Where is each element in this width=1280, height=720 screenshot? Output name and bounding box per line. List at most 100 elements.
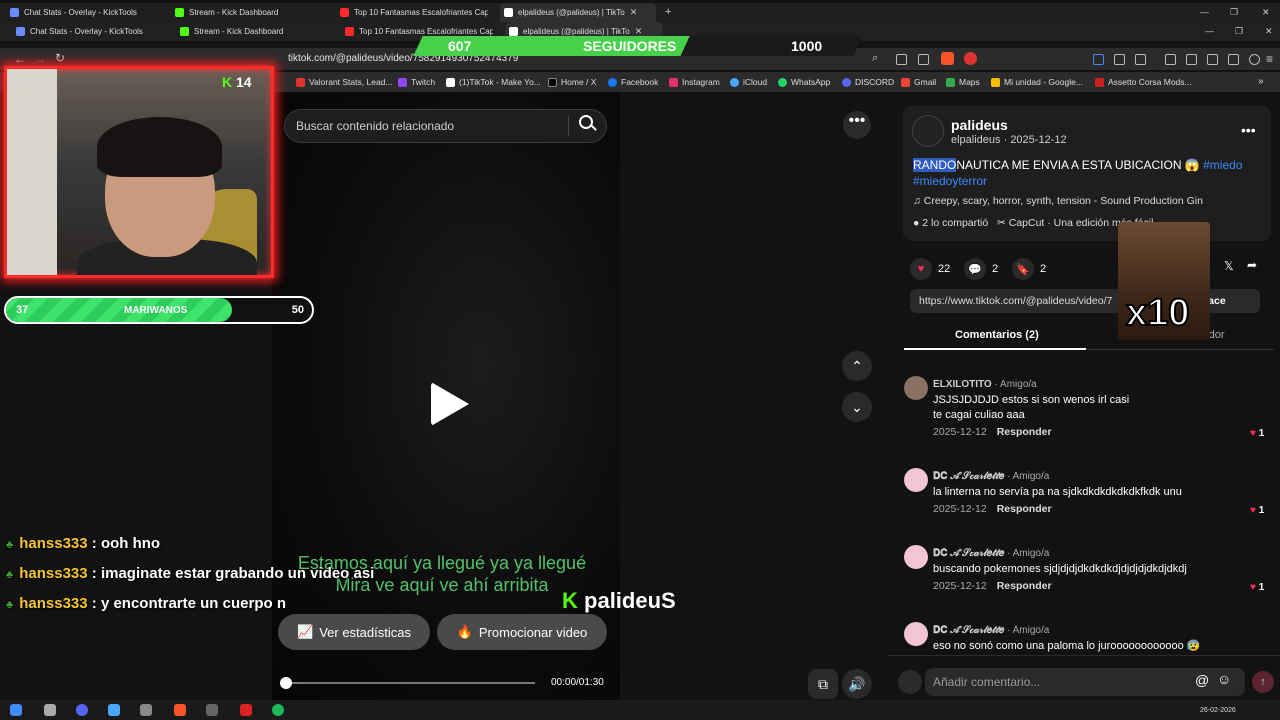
back-icon[interactable]: ← <box>14 52 26 66</box>
comment-user[interactable]: ELXILOTITO · Amigo/a <box>933 379 1037 390</box>
comment-like[interactable]: ♥ 1 <box>1250 505 1264 516</box>
app-icon[interactable] <box>44 704 56 716</box>
post-more-icon[interactable]: ••• <box>1241 122 1256 138</box>
like-button[interactable]: ♥ 22 <box>910 258 950 280</box>
forward-icon[interactable]: → <box>34 52 46 66</box>
tab-chat-stats-2[interactable]: Chat Stats - Overlay - KickTools <box>16 22 166 41</box>
hashtag-link[interactable]: #miedoyterror <box>913 174 987 188</box>
zoom-icon[interactable] <box>896 54 907 65</box>
comment-user[interactable]: 𝐃𝐂 𝒜'𝒮𝒸𝒶𝓇𝓁𝑒𝓉𝓉𝑒 · Amigo/a <box>933 471 1049 482</box>
sound-info[interactable]: ♫ Creepy, scary, horror, synth, tension … <box>913 195 1203 207</box>
bookmark-facebook[interactable]: Facebook <box>608 77 658 87</box>
comment-user[interactable]: 𝐃𝐂 𝒜'𝒮𝒸𝒶𝓇𝓁𝑒𝓉𝓉𝑒 · Amigo/a <box>933 548 1049 559</box>
seek-bar[interactable] <box>285 682 535 684</box>
reload-icon[interactable]: ↻ <box>55 51 65 65</box>
bookmark-whatsapp[interactable]: WhatsApp <box>778 77 830 87</box>
bookmark-twitch[interactable]: Twitch <box>398 77 435 87</box>
bookmark-valorant[interactable]: Valorant Stats, Lead... <box>296 77 392 87</box>
emoji-icon[interactable]: ☺ <box>1217 671 1231 687</box>
avatar[interactable] <box>912 115 944 147</box>
brave-rewards-icon[interactable] <box>964 52 977 65</box>
reply-button[interactable]: Responder <box>997 580 1052 592</box>
brave-icon[interactable] <box>174 704 186 716</box>
comment-like[interactable]: ♥ 1 <box>1250 582 1264 593</box>
save-button[interactable]: 🔖 2 <box>1012 258 1046 280</box>
sidebar-icon[interactable] <box>1186 54 1197 65</box>
video-link[interactable]: https://www.tiktok.com/@palideus/video/7 <box>919 295 1112 307</box>
app-icon[interactable] <box>140 704 152 716</box>
close-window-icon[interactable]: ✕ <box>1265 26 1273 37</box>
maximize-icon[interactable]: ❐ <box>1235 26 1243 37</box>
app-icon[interactable] <box>206 704 218 716</box>
tab-tiktok[interactable]: elpalideus (@palideus) | TikTo ✕ <box>500 3 656 22</box>
tab-kick-dashboard[interactable]: Stream - Kick Dashboard <box>175 3 325 22</box>
brave-shield-icon[interactable] <box>941 52 954 65</box>
previous-video-icon[interactable]: ⌃ <box>842 351 872 381</box>
mention-icon[interactable]: @ <box>1195 672 1209 688</box>
post-description: RANDONAUTICA ME ENVIA A ESTA UBICACION 😱… <box>913 158 1243 188</box>
promote-video-button[interactable]: 🔥 Promocionar video <box>437 614 607 650</box>
bookmark-maps[interactable]: Maps <box>946 77 980 87</box>
next-video-icon[interactable]: ⌄ <box>842 392 872 422</box>
comment-button[interactable]: 💬 2 <box>964 258 998 280</box>
send-icon[interactable]: ↑ <box>1252 671 1274 693</box>
bookmark-instagram[interactable]: Instagram <box>669 77 720 87</box>
avatar[interactable] <box>904 545 928 569</box>
tab-comments[interactable]: Comentarios (2) <box>955 329 1039 341</box>
bookmark-icloud[interactable]: iCloud <box>730 77 767 87</box>
download-icon[interactable] <box>1228 54 1239 65</box>
bookmark-drive[interactable]: Mi unidad - Google... <box>991 77 1083 87</box>
forward-share-icon[interactable]: ➦ <box>1247 258 1257 272</box>
reply-button[interactable]: Responder <box>997 426 1052 438</box>
comment-like[interactable]: ♥ 1 <box>1250 428 1264 439</box>
bookmark-discord[interactable]: DISCORD <box>842 77 894 87</box>
tiktok-icon <box>509 27 518 36</box>
app-icon[interactable] <box>108 704 120 716</box>
extension-icon[interactable] <box>1093 54 1104 65</box>
spotify-icon[interactable] <box>272 704 284 716</box>
search-icon[interactable]: ⌕ <box>872 52 878 65</box>
avatar[interactable] <box>904 622 928 646</box>
tab-chat-stats[interactable]: Chat Stats - Overlay - KickTools <box>10 3 160 22</box>
obs-icon[interactable] <box>240 704 252 716</box>
tab-kick-dashboard-2[interactable]: Stream - Kick Dashboard <box>180 22 330 41</box>
pip-icon[interactable]: ⧉ <box>808 669 838 699</box>
bookmark-assetto[interactable]: Assetto Corsa Mods... <box>1095 77 1192 87</box>
comment-user[interactable]: 𝐃𝐂 𝒜'𝒮𝒸𝒶𝓇𝓁𝑒𝓉𝓉𝑒 · Amigo/a <box>933 625 1049 636</box>
share-icon[interactable] <box>918 54 929 65</box>
play-icon[interactable] <box>431 382 469 426</box>
maximize-icon[interactable]: ❐ <box>1230 7 1238 18</box>
bookmark-gmail[interactable]: Gmail <box>901 77 936 87</box>
discord-icon[interactable] <box>76 704 88 716</box>
reply-button[interactable]: Responder <box>997 503 1052 515</box>
extension-icon[interactable] <box>1135 54 1146 65</box>
more-bookmarks-icon[interactable]: » <box>1258 76 1264 87</box>
vpn-icon[interactable] <box>1249 54 1260 65</box>
comment-placeholder[interactable]: Añadir comentario... <box>933 675 1040 689</box>
avatar[interactable] <box>904 468 928 492</box>
wallet-icon[interactable] <box>1207 54 1218 65</box>
bookmark-x[interactable]: Home / X <box>548 77 596 87</box>
seek-handle[interactable] <box>280 677 292 689</box>
volume-icon[interactable]: 🔊 <box>842 669 872 699</box>
more-options-icon[interactable]: ••• <box>843 111 871 139</box>
tab-youtube[interactable]: Top 10 Fantasmas Escalofriantes Cap <box>340 3 488 22</box>
avatar[interactable] <box>904 376 928 400</box>
minimize-icon[interactable]: — <box>1200 7 1209 17</box>
view-stats-button[interactable]: 📈 Ver estadísticas <box>278 614 430 650</box>
music-icon[interactable] <box>1165 54 1176 65</box>
start-icon[interactable] <box>10 704 22 716</box>
goal-progress-bar: 37 MARIWANOS 50 <box>4 296 314 324</box>
hashtag-link[interactable]: #miedo <box>1203 158 1242 172</box>
bookmark-tiktok[interactable]: (1)TikTok - Make Yo... <box>446 77 541 87</box>
close-tab-icon[interactable]: ✕ <box>630 7 638 18</box>
menu-icon[interactable]: ≡ <box>1266 52 1273 66</box>
minimize-icon[interactable]: — <box>1205 26 1214 36</box>
x-share-icon[interactable]: 𝕏 <box>1224 259 1234 273</box>
related-search-input[interactable]: Buscar contenido relacionado <box>296 119 454 133</box>
new-tab-button[interactable]: + <box>665 6 671 18</box>
close-window-icon[interactable]: ✕ <box>1262 7 1270 18</box>
puzzle-icon[interactable] <box>1114 54 1125 65</box>
heart-icon: ♥ <box>1250 505 1256 516</box>
author-name[interactable]: palideus <box>951 117 1008 133</box>
